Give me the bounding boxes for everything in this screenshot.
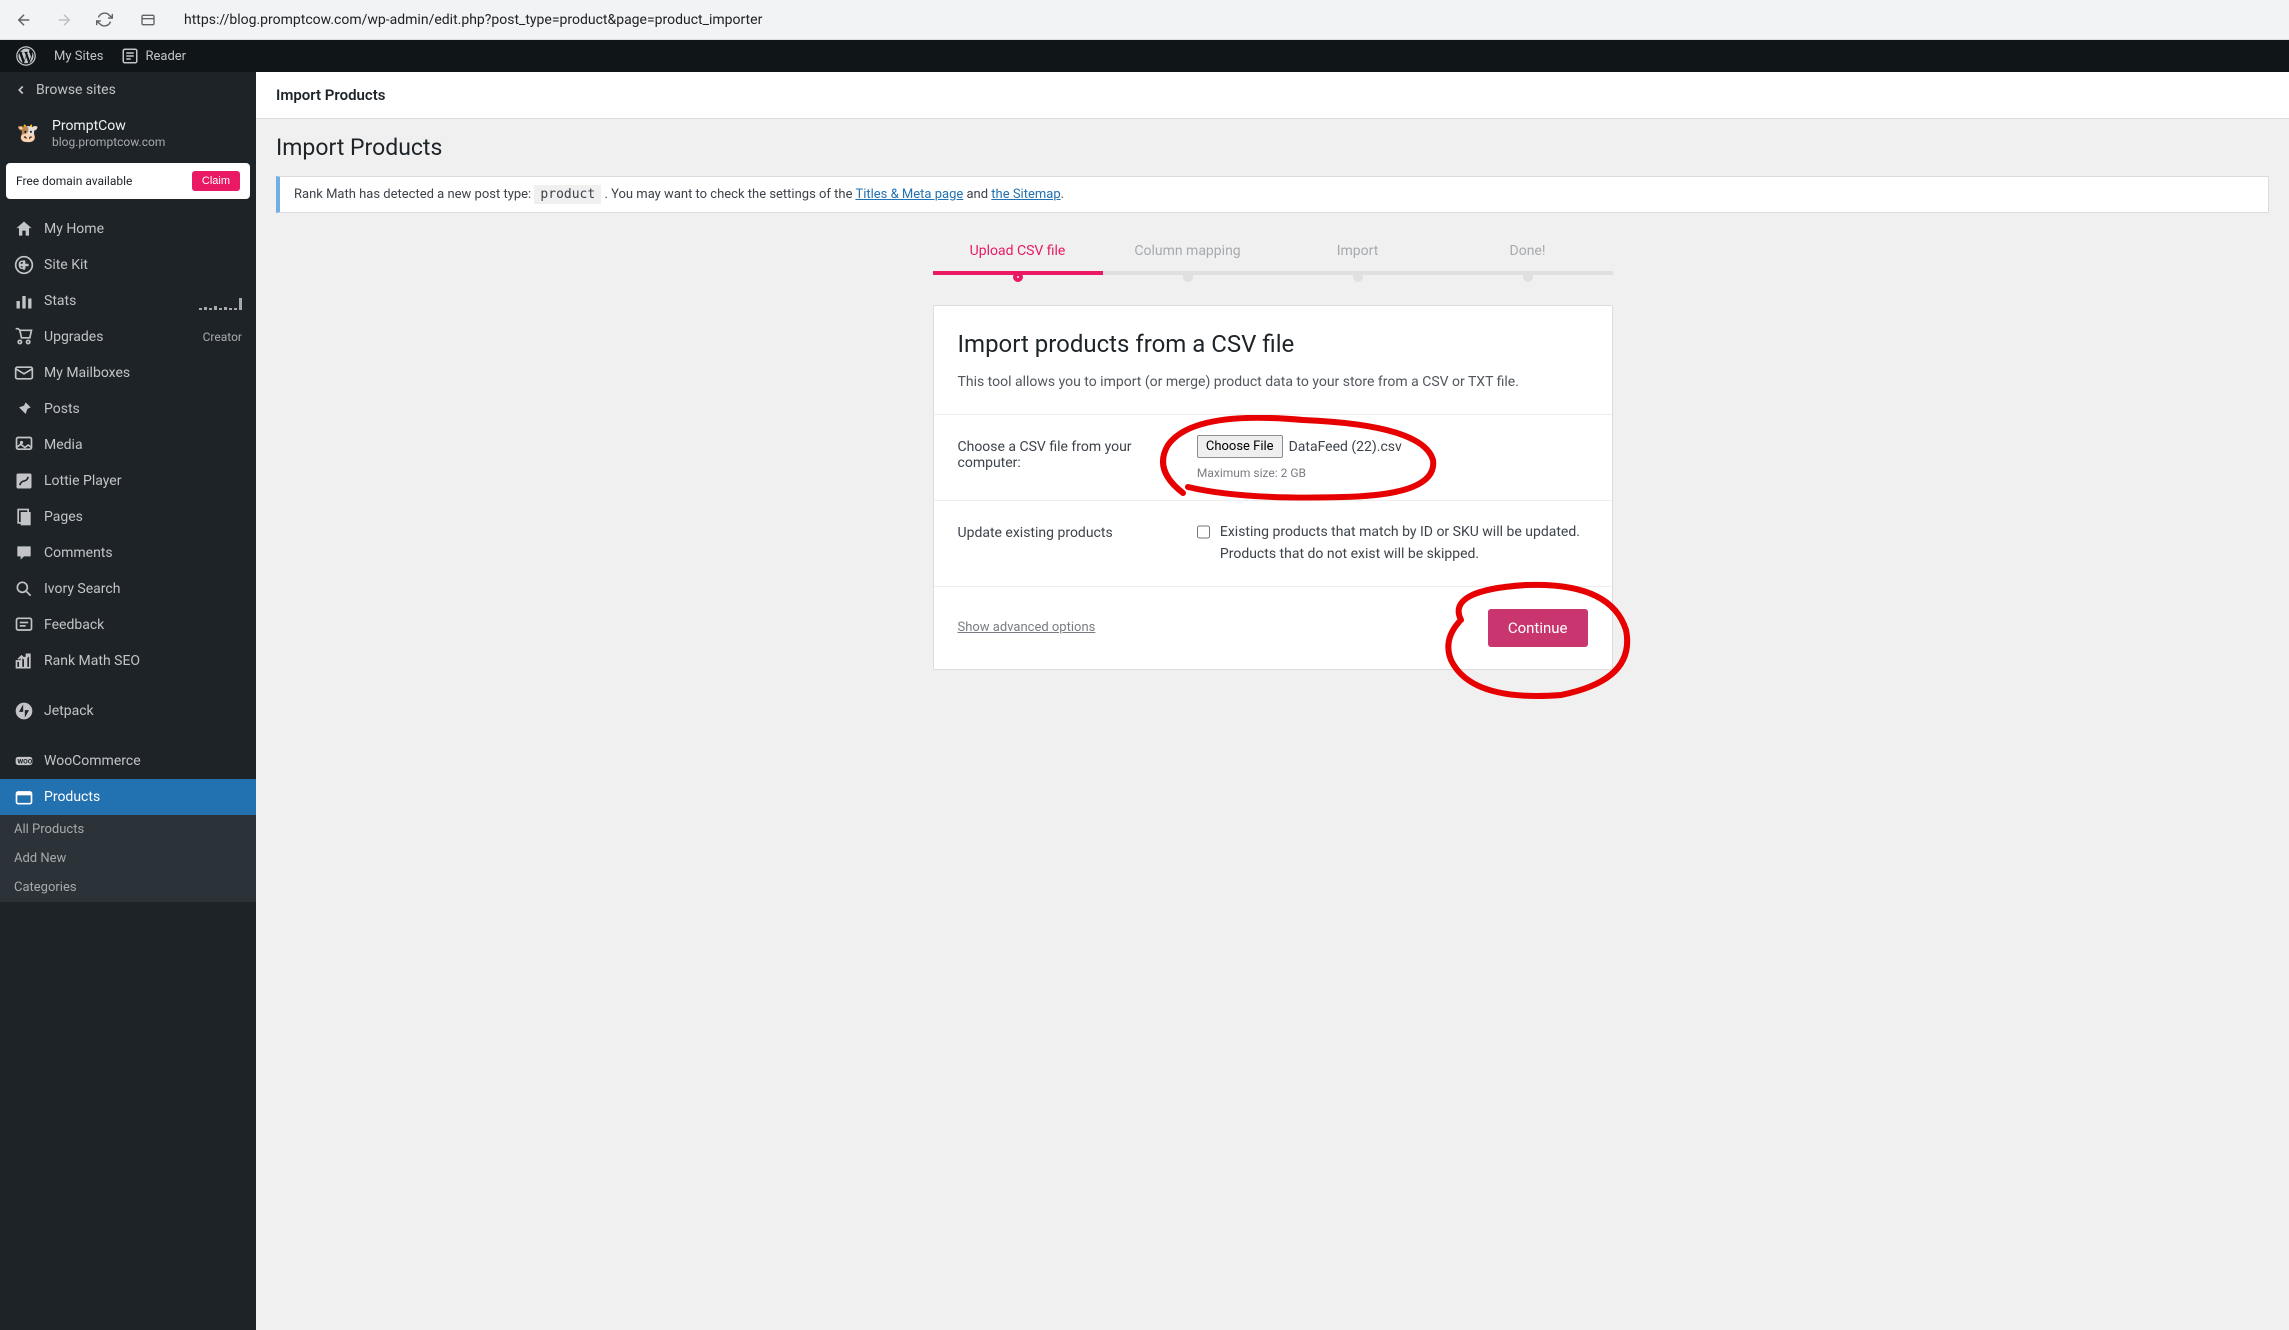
jetpack-icon xyxy=(14,701,34,721)
page-title: Import Products xyxy=(276,134,2269,161)
pin-icon xyxy=(14,399,34,419)
sidebar-item-label: Comments xyxy=(44,545,242,561)
browser-reload-button[interactable] xyxy=(90,6,118,34)
submenu-categories[interactable]: Categories xyxy=(0,873,256,902)
step-done: Done! xyxy=(1443,243,1613,275)
continue-button[interactable]: Continue xyxy=(1488,609,1588,647)
sidebar-item-label: Products xyxy=(44,789,242,805)
sidebar-badge: Creator xyxy=(203,330,242,344)
browse-sites-link[interactable]: Browse sites xyxy=(0,72,256,108)
step-import: Import xyxy=(1273,243,1443,275)
site-url: blog.promptcow.com xyxy=(52,135,165,149)
sidebar-item-label: Site Kit xyxy=(44,257,242,273)
home-icon xyxy=(14,219,34,239)
products-submenu: All Products Add New Categories xyxy=(0,815,256,902)
update-existing-description: Existing products that match by ID or SK… xyxy=(1220,521,1588,566)
step-upload-csv: Upload CSV file xyxy=(933,243,1103,275)
sidebar-item-label: Upgrades xyxy=(44,329,193,345)
header-title: Import Products xyxy=(276,86,2269,104)
woo-icon: WOO xyxy=(14,751,34,771)
site-name: PromptCow xyxy=(52,118,165,134)
google-icon: G xyxy=(14,255,34,275)
toolbar-reader[interactable]: Reader xyxy=(113,40,194,72)
sidebar-item-media[interactable]: Media xyxy=(0,427,256,463)
selected-file-name: DataFeed (22).csv xyxy=(1289,439,1402,455)
products-icon xyxy=(14,787,34,807)
cart-icon xyxy=(14,327,34,347)
show-advanced-options-link[interactable]: Show advanced options xyxy=(958,620,1096,635)
update-existing-checkbox[interactable] xyxy=(1197,524,1210,540)
sidebar-item-label: My Home xyxy=(44,221,242,237)
sidebar-item-label: Stats xyxy=(44,293,189,309)
toolbar-my-sites[interactable]: My Sites xyxy=(46,40,111,72)
feedback-icon xyxy=(14,615,34,635)
claim-domain-button[interactable]: Claim xyxy=(192,171,240,191)
submenu-all-products[interactable]: All Products xyxy=(0,815,256,844)
site-card[interactable]: 🐮 PromptCow blog.promptcow.com xyxy=(0,108,256,159)
pages-icon xyxy=(14,507,34,527)
sidebar-item-label: Pages xyxy=(44,509,242,525)
sidebar-item-woocommerce[interactable]: WOO WooCommerce xyxy=(0,743,256,779)
choose-file-button[interactable]: Choose File xyxy=(1197,435,1283,458)
content-header: Import Products xyxy=(256,72,2289,119)
sidebar-item-rank-math-seo[interactable]: Rank Math SEO xyxy=(0,643,256,679)
stats-icon xyxy=(14,291,34,311)
importer-description: This tool allows you to import (or merge… xyxy=(958,374,1588,390)
comment-icon xyxy=(14,543,34,563)
update-existing-label: Update existing products xyxy=(958,521,1197,541)
sitemap-link[interactable]: the Sitemap xyxy=(991,187,1060,202)
lottie-icon xyxy=(14,471,34,491)
sidebar-item-label: Lottie Player xyxy=(44,473,242,489)
sidebar-item-label: Media xyxy=(44,437,242,453)
rankmath-icon xyxy=(14,651,34,671)
sidebar-item-stats[interactable]: Stats xyxy=(0,283,256,319)
browser-back-button[interactable] xyxy=(10,6,38,34)
sidebar-item-label: Jetpack xyxy=(44,703,242,719)
sidebar-item-my-mailboxes[interactable]: My Mailboxes xyxy=(0,355,256,391)
domain-upsell-banner: Free domain available Claim xyxy=(6,163,250,199)
importer-progress-steps: Upload CSV file Column mapping Import Do… xyxy=(933,243,1613,275)
sidebar-item-label: Rank Math SEO xyxy=(44,653,242,669)
url-bar[interactable]: https://blog.promptcow.com/wp-admin/edit… xyxy=(174,6,2279,34)
site-avatar-icon: 🐮 xyxy=(14,120,42,148)
sidebar-item-feedback[interactable]: Feedback xyxy=(0,607,256,643)
search-icon xyxy=(14,579,34,599)
importer-card: Import products from a CSV file This too… xyxy=(933,305,1613,670)
sidebar-item-jetpack[interactable]: Jetpack xyxy=(0,693,256,729)
admin-sidebar: Browse sites 🐮 PromptCow blog.promptcow.… xyxy=(0,72,256,1330)
sidebar-item-my-home[interactable]: My Home xyxy=(0,211,256,247)
svg-text:WOO: WOO xyxy=(17,758,32,766)
media-icon xyxy=(14,435,34,455)
site-settings-icon[interactable] xyxy=(134,6,162,34)
sidebar-item-pages[interactable]: Pages xyxy=(0,499,256,535)
browser-chrome: https://blog.promptcow.com/wp-admin/edit… xyxy=(0,0,2289,40)
mail-icon xyxy=(14,363,34,383)
sidebar-item-upgrades[interactable]: Upgrades Creator xyxy=(0,319,256,355)
svg-text:G: G xyxy=(18,258,26,272)
toolbar-wp-logo[interactable] xyxy=(8,40,44,72)
step-column-mapping: Column mapping xyxy=(1103,243,1273,275)
sidebar-item-label: Ivory Search xyxy=(44,581,242,597)
wp-admin-toolbar: My Sites Reader xyxy=(0,40,2289,72)
choose-file-label: Choose a CSV file from your computer: xyxy=(958,435,1197,471)
sidebar-item-label: Posts xyxy=(44,401,242,417)
sidebar-item-site-kit[interactable]: G Site Kit xyxy=(0,247,256,283)
sidebar-item-products[interactable]: Products xyxy=(0,779,256,815)
submenu-add-new[interactable]: Add New xyxy=(0,844,256,873)
titles-meta-link[interactable]: Titles & Meta page xyxy=(855,187,963,202)
main-content: Import Products Import Products Rank Mat… xyxy=(256,72,2289,1330)
rankmath-notice: Rank Math has detected a new post type: … xyxy=(276,176,2269,213)
sidebar-item-ivory-search[interactable]: Ivory Search xyxy=(0,571,256,607)
sidebar-item-label: My Mailboxes xyxy=(44,365,242,381)
domain-upsell-text: Free domain available xyxy=(16,174,132,188)
sidebar-item-lottie-player[interactable]: Lottie Player xyxy=(0,463,256,499)
max-size-hint: Maximum size: 2 GB xyxy=(1197,466,1588,480)
sidebar-item-posts[interactable]: Posts xyxy=(0,391,256,427)
importer-title: Import products from a CSV file xyxy=(958,330,1588,358)
stats-sparkline xyxy=(199,292,242,310)
sidebar-item-label: Feedback xyxy=(44,617,242,633)
sidebar-item-comments[interactable]: Comments xyxy=(0,535,256,571)
sidebar-item-label: WooCommerce xyxy=(44,753,242,769)
browser-forward-button[interactable] xyxy=(50,6,78,34)
